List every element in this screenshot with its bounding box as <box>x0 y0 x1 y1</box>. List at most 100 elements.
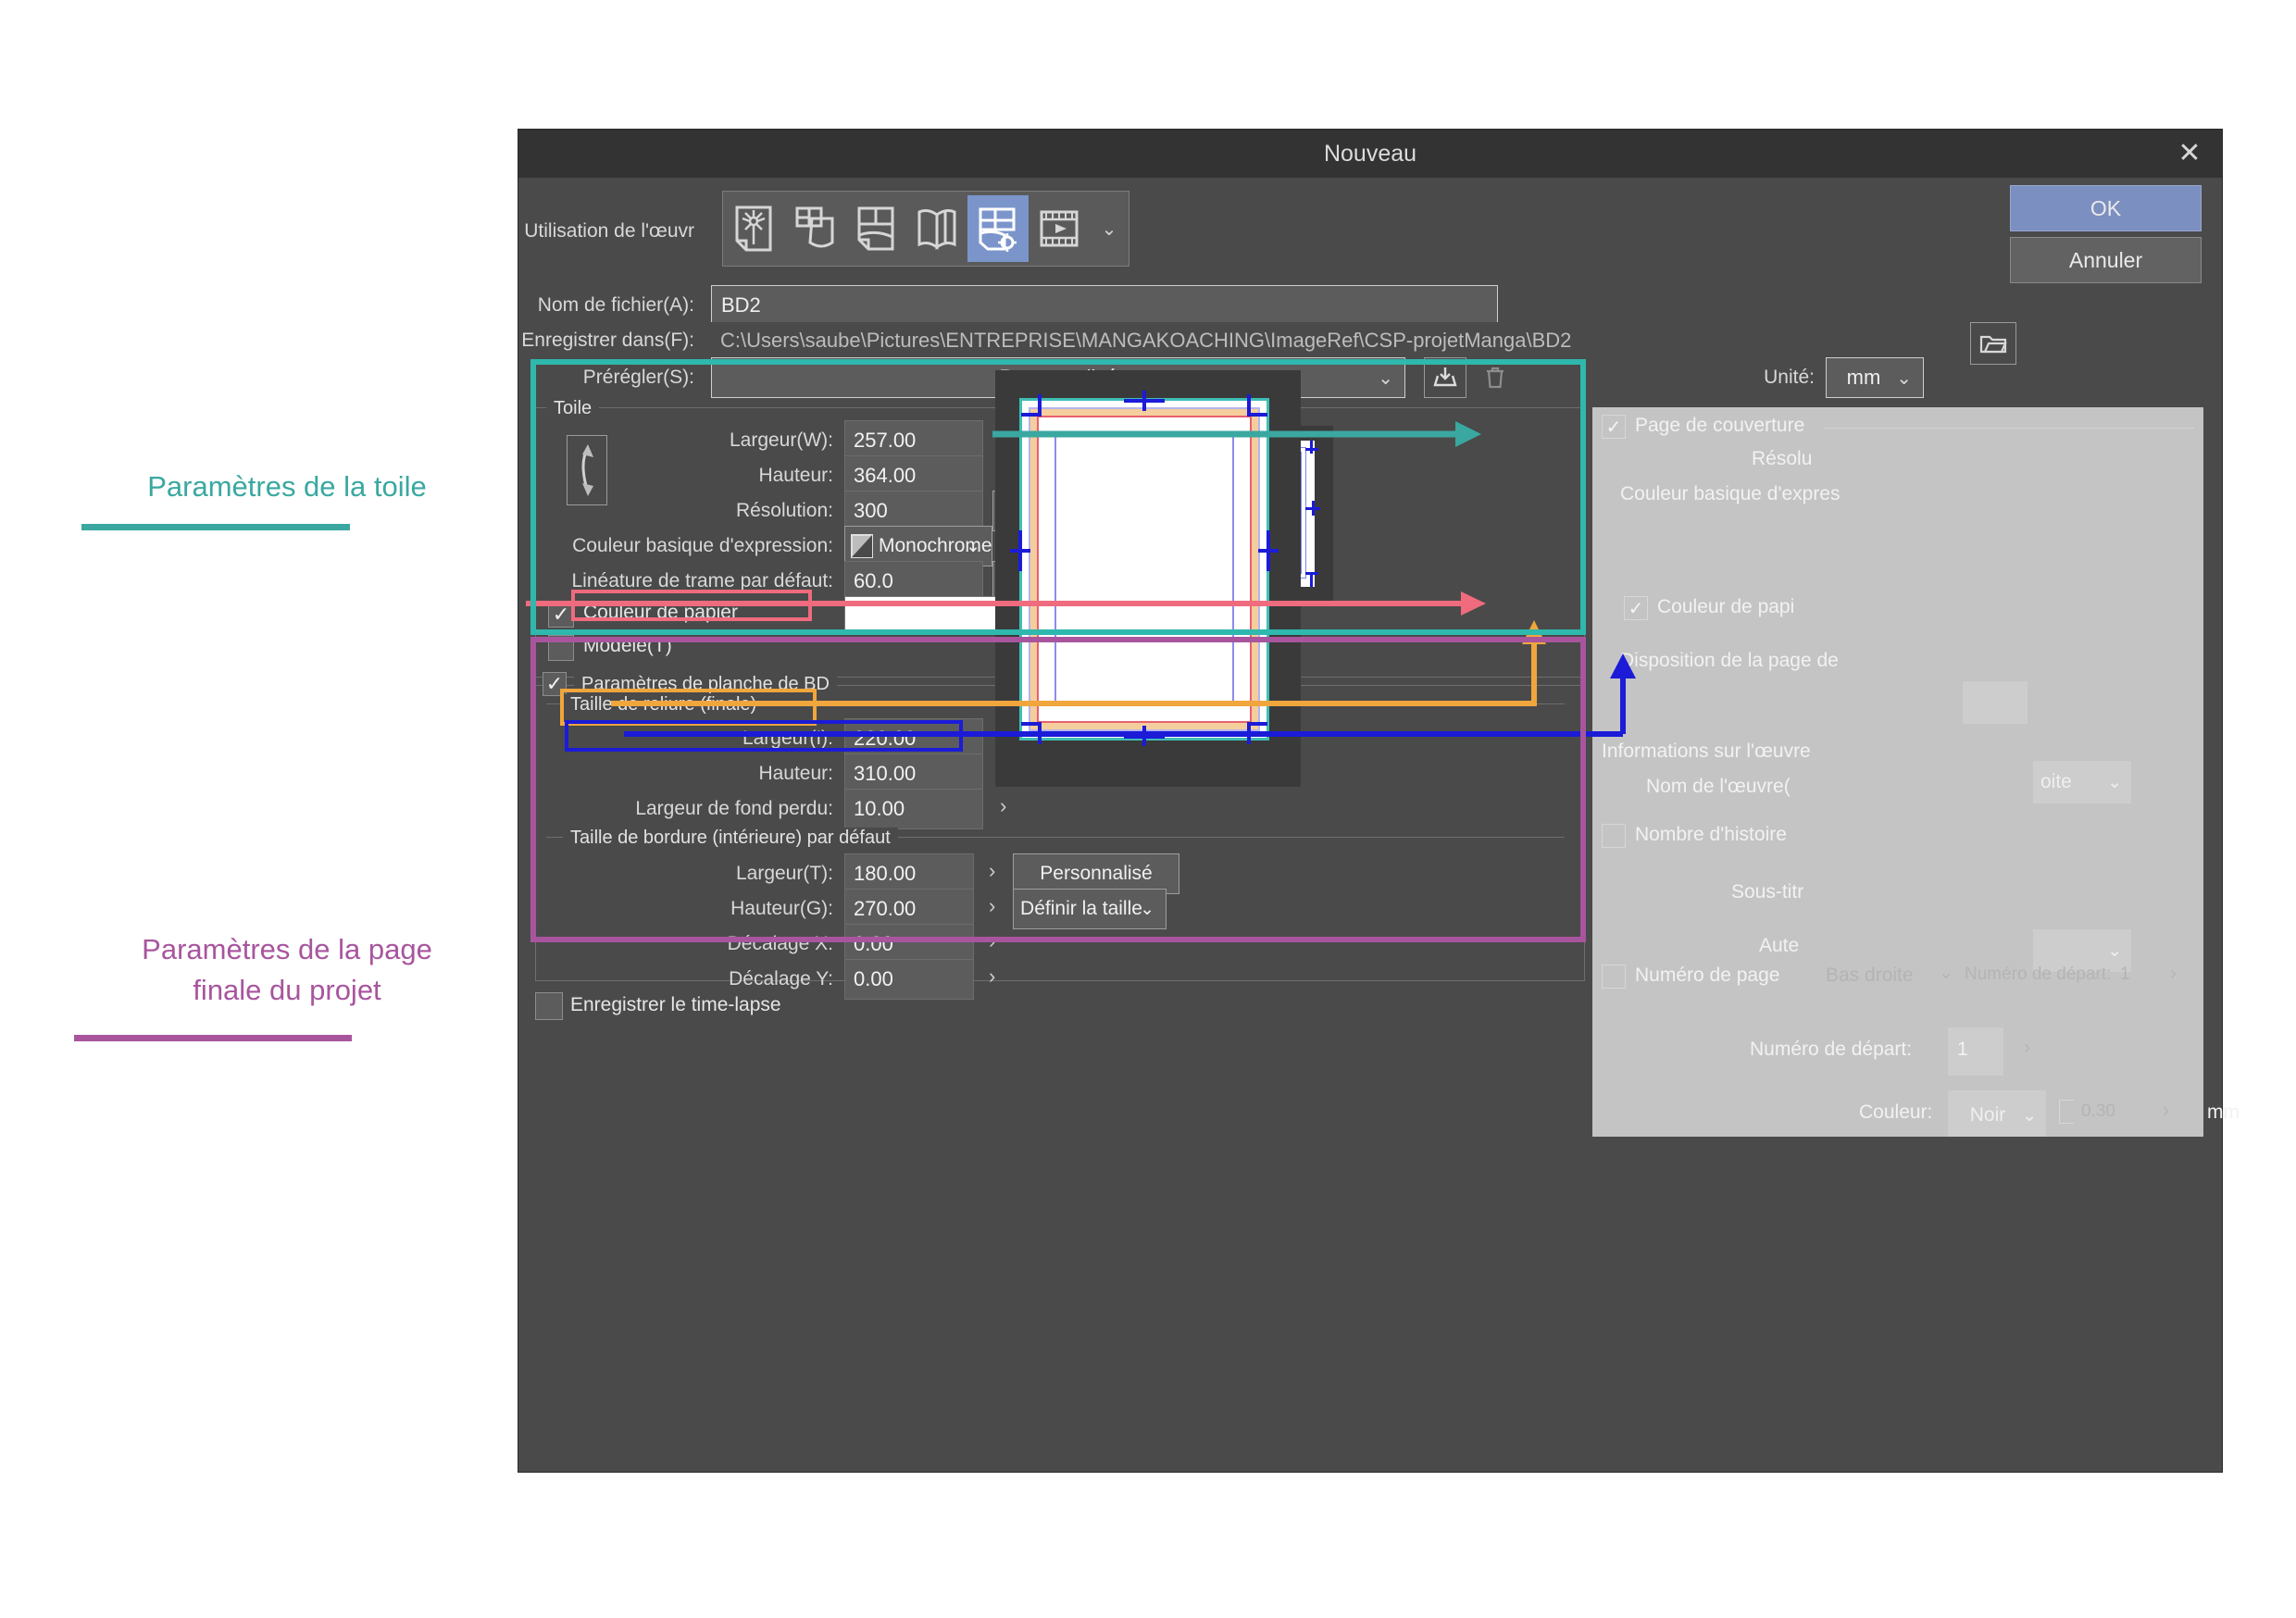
offset-y-arrow-icon[interactable]: › <box>989 965 995 989</box>
pagination-start-label: Numéro de départ: <box>1750 1039 1913 1060</box>
chevron-down-icon: ⌄ <box>2107 772 2122 792</box>
webtoon-icon[interactable] <box>845 195 906 262</box>
preset-label: Prérégler(S): <box>582 367 694 388</box>
comic-panel-icon[interactable] <box>784 195 845 262</box>
dialog-titlebar: Nouveau <box>518 130 2222 178</box>
check-icon: ✓ <box>545 672 564 695</box>
cover-basic-color-label: Couleur basique d'expres <box>1620 483 1841 504</box>
chevron-down-icon: ⌄ <box>966 536 980 556</box>
unit-value: mm <box>1846 366 1881 389</box>
cover-page-label: Page de couverture <box>1635 415 1805 436</box>
timelapse-label: Enregistrer le time-lapse <box>570 994 781 1015</box>
file-name-input[interactable]: BD2 <box>711 285 1498 326</box>
inner-width-arrow-icon[interactable]: › <box>989 859 995 883</box>
annotation-canvas-settings: Paramètres de la toile <box>147 470 427 503</box>
folder-open-icon[interactable] <box>1970 322 2016 365</box>
ok-button[interactable]: OK <box>2010 185 2202 231</box>
save-location-path: C:\Users\saube\Pictures\ENTREPRISE\MANGA… <box>711 322 1952 359</box>
page-number-checkbox[interactable] <box>1602 965 1626 989</box>
chevron-down-icon[interactable]: ⌄ <box>1939 963 1953 984</box>
cover-side-value: oite <box>2040 771 2072 792</box>
pagination-start-arrow-icon[interactable]: › <box>2024 1037 2030 1059</box>
chevron-down-icon[interactable]: ⌄ <box>1896 367 1912 390</box>
canvas-screen-tone-label: Linéature de trame par défaut: <box>571 570 833 591</box>
close-icon[interactable]: ✕ <box>2174 139 2205 170</box>
template-checkbox[interactable] <box>548 635 574 661</box>
gradient-swatch-icon <box>851 534 873 558</box>
bleed-width-label: Largeur de fond perdu: <box>635 798 833 819</box>
subtitle-label: Sous-titr <box>1731 881 1804 902</box>
inner-width-label: Largeur(T): <box>735 863 833 884</box>
offset-y-label: Décalage Y: <box>729 968 833 989</box>
cover-page-panel: ✓ Page de couverture Résolu Couleur basi… <box>1592 407 2203 1044</box>
pagination-color-label: Couleur: <box>1859 1101 1933 1123</box>
comic-settings-icon[interactable] <box>967 195 1029 262</box>
binding-width-label: Largeur(I): <box>742 728 833 749</box>
cover-paper-color-checkbox[interactable]: ✓ <box>1624 596 1648 620</box>
save-preset-icon[interactable] <box>1424 357 1466 398</box>
dialog-body: Utilisation de l'œuvr ⌄ OK Annuler Nom d… <box>518 178 2240 1472</box>
annotation-final-page-settings-line1: Paramètres de la page <box>142 933 432 965</box>
template-label: Modèle(T) <box>583 635 672 656</box>
page-layout-preview <box>995 370 1301 787</box>
save-location-label: Enregistrer dans(F): <box>521 330 694 351</box>
annotation-final-page-settings-line <box>74 1035 352 1041</box>
story-count-label: Nombre d'histoire <box>1635 824 1787 845</box>
cover-side-dropdown[interactable]: oite ⌄ <box>2033 761 2131 803</box>
animation-icon[interactable] <box>1029 195 1090 262</box>
story-count-checkbox[interactable] <box>1602 824 1626 848</box>
offset-x-arrow-icon[interactable]: › <box>989 929 995 953</box>
inner-height-arrow-icon[interactable]: › <box>989 894 995 918</box>
pagination-unit-label: mm <box>2207 1101 2240 1123</box>
chevron-down-icon: ⌄ <box>2107 940 2122 961</box>
book-spread-icon[interactable] <box>906 195 967 262</box>
paper-color-label: Couleur de papier <box>583 602 738 623</box>
artwork-usage-icon-strip: ⌄ <box>722 191 1129 267</box>
pagination-border-arrow-icon[interactable]: › <box>2163 1100 2169 1122</box>
swap-width-height-icon[interactable] <box>567 435 607 505</box>
page-number-label: Numéro de page <box>1635 965 1780 986</box>
check-icon: ✓ <box>1605 417 1622 438</box>
offset-y-input[interactable]: 0.00 <box>844 959 974 1000</box>
trash-icon[interactable] <box>1474 357 1516 398</box>
pagination-color-value: Noir <box>1969 1104 2006 1126</box>
inner-border-title: Taille de bordure (intérieure) par défau… <box>563 828 898 849</box>
author-label: Aute <box>1759 935 1800 956</box>
comic-group-title: Paramètres de planche de BD <box>574 674 837 695</box>
cancel-button[interactable]: Annuler <box>2010 237 2202 283</box>
annotation-final-page-settings-line2: finale du projet <box>193 974 381 1006</box>
page-number-start-value[interactable]: 1 <box>2120 965 2130 985</box>
new-file-dialog: Nouveau ✕ Utilisation de l'œuvr ⌄ OK Ann… <box>518 130 2240 1472</box>
file-name-label: Nom de fichier(A): <box>537 294 694 316</box>
chevron-down-icon: ⌄ <box>1140 899 1154 919</box>
preview-inner-border-line <box>1054 433 1234 705</box>
artwork-usage-row: Utilisation de l'œuvr ⌄ <box>518 191 2222 274</box>
bleed-width-input[interactable]: 10.00 <box>844 789 983 829</box>
paper-color-checkbox[interactable]: ✓ <box>548 602 574 628</box>
page-number-start-arrow-icon[interactable]: › <box>2170 963 2177 985</box>
artwork-usage-label: Utilisation de l'œuvr <box>524 220 694 242</box>
bleed-width-arrow-icon[interactable]: › <box>1000 794 1006 818</box>
unit-dropdown: mm ⌄ <box>1826 357 1924 398</box>
pagination-border-value[interactable]: 0.30 <box>2081 1101 2115 1122</box>
canvas-height-label: Hauteur: <box>758 465 833 486</box>
comic-group-checkbox[interactable]: ✓ <box>543 672 567 696</box>
cover-layout-field[interactable] <box>1963 681 2028 724</box>
cover-page-checkbox[interactable]: ✓ <box>1602 415 1626 439</box>
work-info-label: Informations sur l'œuvre <box>1602 741 1811 762</box>
chevron-down-icon[interactable]: ⌄ <box>1378 367 1393 390</box>
inner-height-label: Hauteur(G): <box>730 898 833 919</box>
pagination-color-dropdown[interactable]: Noir ⌄ <box>1948 1090 2046 1137</box>
illustration-icon[interactable] <box>723 195 784 262</box>
timelapse-checkbox[interactable] <box>535 992 563 1020</box>
cover-resolution-label: Résolu <box>1752 448 1813 469</box>
page-number-position-value[interactable]: Bas droite <box>1826 965 1914 987</box>
usage-more-chevron-down-icon[interactable]: ⌄ <box>1090 195 1129 262</box>
page-number-start-label: Numéro de départ: <box>1965 965 2112 984</box>
check-icon: ✓ <box>1628 598 1644 619</box>
chevron-down-icon: ⌄ <box>2022 1105 2037 1126</box>
inner-size-mode-dropdown[interactable]: Définir la taille ⌄ <box>1013 889 1167 929</box>
binding-height-label: Hauteur: <box>758 763 833 784</box>
pagination-start-input[interactable] <box>1948 1027 2003 1076</box>
offset-x-label: Décalage X: <box>727 933 833 954</box>
